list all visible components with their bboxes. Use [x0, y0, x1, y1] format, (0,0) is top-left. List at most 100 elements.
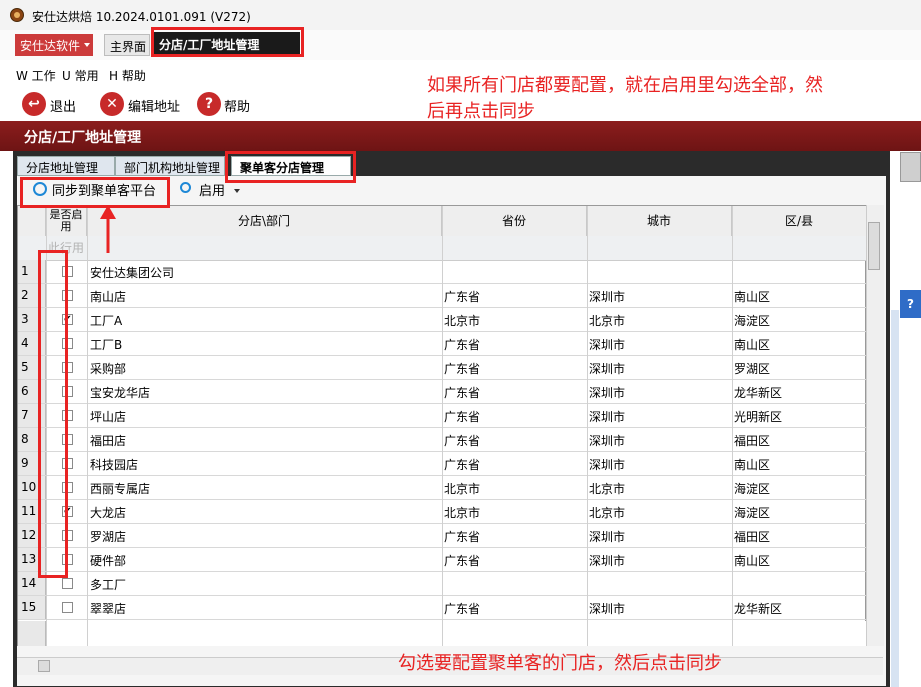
cell-district: 罗湖区: [734, 362, 771, 376]
header-province[interactable]: 省份: [442, 206, 587, 236]
highlight-enabled-column: [38, 250, 68, 578]
cell-province: 北京市: [444, 506, 481, 520]
cell-branch: 工厂A: [90, 314, 123, 328]
cell-branch: 大龙店: [90, 506, 127, 520]
exit-icon[interactable]: ↩: [22, 92, 46, 116]
cell-city: 北京市: [589, 482, 626, 496]
col-divider: [732, 206, 733, 646]
cell-branch: 宝安龙华店: [90, 386, 151, 400]
cell-branch: 多工厂: [90, 578, 127, 592]
cell-branch: 工厂B: [90, 338, 123, 352]
header-district[interactable]: 区/县: [732, 206, 866, 236]
app-logo-icon: [10, 8, 24, 22]
cell-city: 北京市: [589, 314, 626, 328]
cell-branch: 坪山店: [90, 410, 127, 424]
cell-province: 北京市: [444, 482, 481, 496]
cell-branch: 罗湖店: [90, 530, 127, 544]
cell-province: 广东省: [444, 338, 481, 352]
cell-city: 北京市: [589, 506, 626, 520]
cell-city: 深圳市: [589, 290, 626, 304]
cell-district: 南山区: [734, 338, 771, 352]
highlight-sync-button: [20, 177, 170, 208]
cell-district: 海淀区: [734, 482, 771, 496]
edit-address-button[interactable]: 编辑地址: [128, 96, 180, 120]
brand-menu-button[interactable]: 安仕达软件: [15, 34, 93, 56]
cell-district: 海淀区: [734, 506, 771, 520]
cell-branch: 采购部: [90, 362, 127, 376]
chevron-down-icon: [84, 43, 90, 47]
col-divider: [587, 206, 588, 646]
cell-city: 深圳市: [589, 530, 626, 544]
tools-icon[interactable]: ✕: [100, 92, 124, 116]
cell-province: 广东省: [444, 434, 481, 448]
highlight-address-tab: [151, 27, 304, 57]
cell-branch: 硬件部: [90, 554, 127, 568]
annotation-top-line1: 如果所有门店都要配置，就在启用里勾选全部，然: [427, 75, 823, 96]
vertical-scrollbar[interactable]: [866, 205, 884, 646]
cell-province: 北京市: [444, 314, 481, 328]
chevron-down-icon[interactable]: [234, 189, 240, 193]
rownum-strip: [18, 621, 46, 646]
subtab-branch-address[interactable]: 分店地址管理: [17, 156, 115, 176]
col-divider: [87, 206, 88, 646]
row-number: 15: [18, 596, 46, 619]
menu-work[interactable]: W 工作: [16, 67, 56, 84]
cell-district: 南山区: [734, 458, 771, 472]
header-rownum: [18, 206, 46, 236]
cell-province: 广东省: [444, 554, 481, 568]
highlight-judanke-tab: [225, 151, 356, 183]
tab-main[interactable]: 主界面: [104, 34, 150, 56]
subtab-department-address[interactable]: 部门机构地址管理: [115, 156, 225, 176]
window-title: 安仕达烘焙 10.2024.0101.091 (V272): [32, 10, 251, 24]
header-enabled[interactable]: 是否启用: [46, 206, 87, 236]
cell-city: 深圳市: [589, 554, 626, 568]
annotation-bottom: 勾选要配置聚单客的门店，然后点击同步: [398, 653, 722, 674]
exit-button[interactable]: 退出: [50, 96, 76, 120]
cell-city: 深圳市: [589, 434, 626, 448]
cell-province: 广东省: [444, 602, 481, 616]
cell-city: 深圳市: [589, 338, 626, 352]
cell-district: 海淀区: [734, 314, 771, 328]
enable-checkbox[interactable]: [62, 578, 73, 589]
menu-common[interactable]: U 常用: [62, 67, 99, 84]
annotation-arrow-icon: [100, 205, 116, 253]
cell-branch: 翠翠店: [90, 602, 127, 616]
cell-province: 广东省: [444, 410, 481, 424]
cell-city: 深圳市: [589, 362, 626, 376]
horizontal-scroll-thumb[interactable]: [38, 660, 50, 672]
cell-district: 福田区: [734, 530, 771, 544]
side-panel-strip: [891, 310, 899, 687]
cell-province: 广东省: [444, 362, 481, 376]
cell-district: 龙华新区: [734, 386, 783, 400]
side-help-icon[interactable]: ?: [900, 290, 921, 318]
col-divider: [442, 206, 443, 646]
cell-province: 广东省: [444, 530, 481, 544]
vertical-scroll-thumb[interactable]: [868, 222, 880, 270]
header-city[interactable]: 城市: [587, 206, 732, 236]
cell-province: 广东省: [444, 386, 481, 400]
cell-province: 广东省: [444, 458, 481, 472]
cell-district: 龙华新区: [734, 602, 783, 616]
menu-help[interactable]: H 帮助: [109, 67, 146, 84]
help-button[interactable]: 帮助: [224, 96, 250, 120]
enable-checkbox[interactable]: [62, 602, 73, 613]
cell-branch: 安仕达集团公司: [90, 266, 175, 280]
cell-branch: 南山店: [90, 290, 127, 304]
cell-city: 深圳市: [589, 386, 626, 400]
annotation-top-line2: 后再点击同步: [427, 101, 535, 122]
cell-city: 深圳市: [589, 602, 626, 616]
cell-branch: 西丽专属店: [90, 482, 151, 496]
cell-district: 南山区: [734, 554, 771, 568]
cell-branch: 福田店: [90, 434, 127, 448]
search-icon: [180, 182, 191, 193]
cell-city: 深圳市: [589, 458, 626, 472]
header-branch[interactable]: 分店\部门: [87, 206, 442, 236]
cell-city: 深圳市: [589, 410, 626, 424]
cell-branch: 科技园店: [90, 458, 139, 472]
cell-province: 广东省: [444, 290, 481, 304]
enable-dropdown[interactable]: 启用: [199, 180, 225, 199]
cell-district: 光明新区: [734, 410, 783, 424]
side-note-icon[interactable]: [900, 152, 921, 182]
cell-district: 南山区: [734, 290, 771, 304]
help-icon[interactable]: ?: [197, 92, 221, 116]
